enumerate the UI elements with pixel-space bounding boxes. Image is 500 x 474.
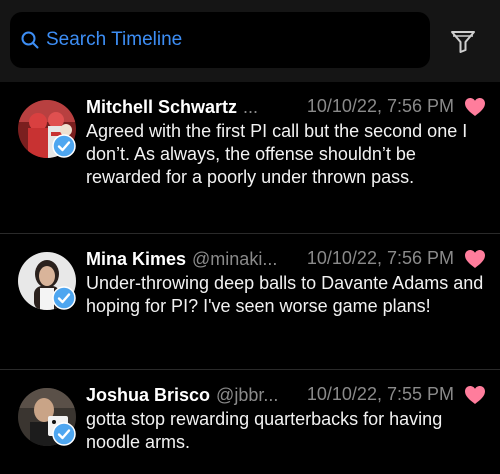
timestamp: 10/10/22, 7:55 PM [306, 384, 454, 404]
verified-badge-icon [52, 286, 76, 310]
author-handle[interactable]: ... [243, 97, 258, 118]
heart-icon[interactable] [464, 249, 486, 269]
tweet-text: Under-throwing deep balls to Davante Ada… [86, 273, 484, 316]
timeline: Mitchell Schwartz ... 10/10/22, 7:56 PM … [0, 82, 500, 474]
tweet-header: Joshua Brisco @jbbr... 10/10/22, 7:55 PM [86, 382, 486, 408]
verified-badge-icon [52, 422, 76, 446]
tweet-text: Agreed with the first PI call but the se… [86, 121, 468, 187]
author-name[interactable]: Mitchell Schwartz [86, 97, 237, 118]
tweet[interactable]: Mitchell Schwartz ... 10/10/22, 7:56 PM … [0, 82, 500, 234]
search-field[interactable]: Search Timeline [10, 12, 430, 68]
timestamp: 10/10/22, 7:56 PM [306, 248, 454, 268]
heart-icon[interactable] [464, 385, 486, 405]
tweet[interactable]: Mina Kimes @minaki... 10/10/22, 7:56 PM … [0, 234, 500, 370]
timestamp: 10/10/22, 7:56 PM [306, 96, 454, 116]
top-bar: Search Timeline [0, 0, 500, 82]
author-handle[interactable]: @jbbr... [216, 385, 278, 406]
tweet-header: Mina Kimes @minaki... 10/10/22, 7:56 PM [86, 246, 486, 272]
filter-icon[interactable] [448, 26, 478, 56]
author-name[interactable]: Joshua Brisco [86, 385, 210, 406]
author-handle[interactable]: @minaki... [192, 249, 277, 270]
verified-badge-icon [52, 134, 76, 158]
author-name[interactable]: Mina Kimes [86, 249, 186, 270]
tweet[interactable]: Joshua Brisco @jbbr... 10/10/22, 7:55 PM… [0, 370, 500, 474]
tweet-header: Mitchell Schwartz ... 10/10/22, 7:56 PM [86, 94, 486, 120]
search-icon [21, 31, 39, 49]
tweet-text: gotta stop rewarding quarterbacks for ha… [86, 409, 443, 452]
heart-icon[interactable] [464, 97, 486, 117]
search-placeholder: Search Timeline [46, 29, 183, 50]
